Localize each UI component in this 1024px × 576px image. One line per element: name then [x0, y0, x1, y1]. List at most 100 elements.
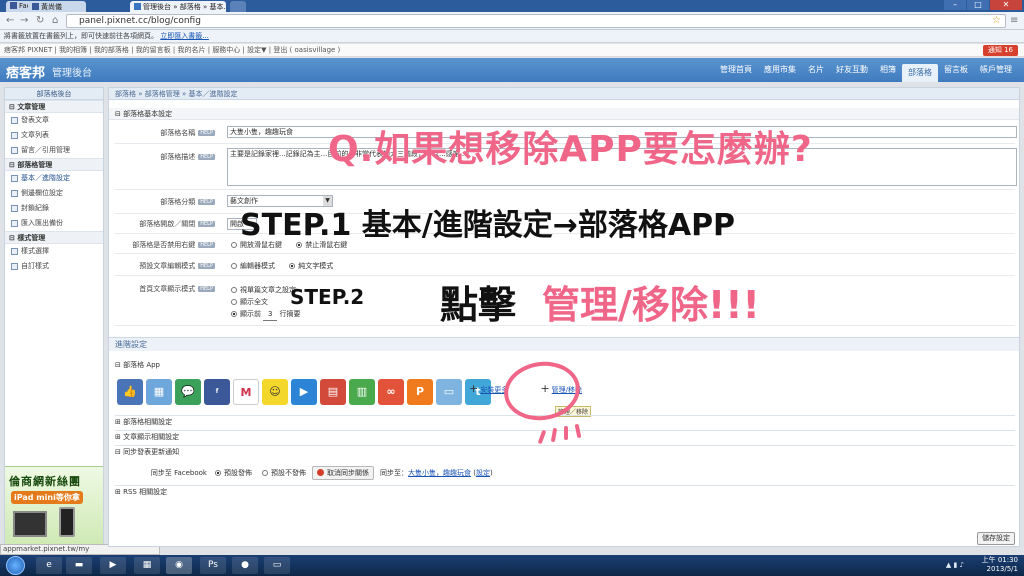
sidebar-section-styles[interactable]: ⊟ 樣式管理	[5, 231, 103, 244]
help-icon[interactable]: HELP	[198, 221, 215, 227]
save-button[interactable]: 儲存設定	[977, 532, 1015, 545]
m-app-icon[interactable]: M	[233, 379, 259, 405]
widget-app-icon[interactable]: ▦	[146, 379, 172, 405]
notes-icon[interactable]: ▭	[264, 557, 290, 574]
like-app-icon[interactable]: 👍	[117, 379, 143, 405]
tab-admin[interactable]: 管理後台 » 部落格 » 基本…	[130, 1, 226, 12]
sidebar-item-comments[interactable]: 留言／引用管理	[5, 143, 103, 158]
nav-blog[interactable]: 部落格	[902, 64, 938, 82]
close-window-button[interactable]: ✕	[990, 0, 1022, 10]
toplink-pixnet[interactable]: 痞客邦 PIXNET	[4, 46, 52, 54]
doc-app-icon[interactable]: ▥	[349, 379, 375, 405]
fb-sync-setting-link[interactable]: 設定	[476, 468, 490, 478]
window-app-icon[interactable]: ▭	[436, 379, 462, 405]
sidebar-item-block-log[interactable]: 封鎖紀錄	[5, 201, 103, 216]
nav-album[interactable]: 相簿	[874, 58, 902, 82]
fb-sync-target-link[interactable]: 大隻小隻，趣趣玩食	[408, 468, 471, 478]
sync-settings-header[interactable]: ⊟ 同步發表更新通知	[115, 445, 1015, 458]
maximize-button[interactable]: □	[967, 0, 989, 10]
rss-settings-header[interactable]: ⊞ RSS 相關設定	[115, 485, 1015, 498]
palette-icon	[11, 248, 18, 255]
summary-radio[interactable]: 顯示前 3 行摘要	[231, 308, 300, 321]
p-app-icon[interactable]: P	[407, 379, 433, 405]
sidebar-item-custom-style[interactable]: 自訂樣式	[5, 259, 103, 274]
link-app-icon[interactable]: ∞	[378, 379, 404, 405]
folder-icon[interactable]: ▬	[66, 557, 92, 574]
reload-button[interactable]: ↻	[36, 15, 44, 26]
sidebar-section-blog[interactable]: ⊟ 部落格管理	[5, 158, 103, 171]
help-icon[interactable]: HELP	[198, 199, 215, 205]
backup-icon	[11, 220, 18, 227]
sidebar-item-backup[interactable]: 匯入匯出備份	[5, 216, 103, 231]
promo-title: 倫商網新絲團	[9, 475, 81, 488]
help-icon[interactable]: HELP	[198, 286, 215, 292]
home-button[interactable]: ⌂	[52, 15, 58, 26]
nav-guestbook[interactable]: 留言板	[938, 58, 974, 82]
sidebar-item-post-list[interactable]: 文章列表	[5, 128, 103, 143]
menu-icon[interactable]: ≡	[1010, 15, 1018, 26]
toplink-settings[interactable]: 設定▼	[247, 46, 266, 54]
cancel-sync-button[interactable]: 取消同步關係	[312, 466, 374, 480]
annotation-step2-label: STEP.2	[290, 285, 365, 309]
media-player-icon[interactable]: ▶	[100, 557, 126, 574]
chrome-icon[interactable]: ◉	[166, 557, 192, 574]
toplink-card[interactable]: 我的名片	[178, 46, 206, 54]
facebook-icon	[32, 3, 39, 10]
nav-card[interactable]: 名片	[802, 58, 830, 82]
photoshop-icon[interactable]: Ps	[200, 557, 226, 574]
video-app-icon[interactable]: ▶	[291, 379, 317, 405]
help-icon[interactable]: HELP	[198, 263, 215, 269]
promo-banner[interactable]: 倫商網新絲團 iPad mini等你拿	[5, 466, 103, 546]
sidebar-item-basic-settings[interactable]: 基本／進階設定	[5, 171, 103, 186]
sidebar-item-sidebar-settings[interactable]: 側邊欄位設定	[5, 186, 103, 201]
editor-mode-options: 編輯器模式 純文字模式	[231, 261, 345, 271]
system-tray[interactable]: ▲ ▮ ♪	[946, 561, 964, 569]
sidebar-item-style-select[interactable]: 樣式選擇	[5, 244, 103, 259]
sidebar-section-articles[interactable]: ⊟ 文章管理	[5, 100, 103, 113]
back-button[interactable]: ←	[6, 15, 14, 26]
toplink-logout[interactable]: 登出 ( oasisvillage )	[273, 46, 340, 54]
clock[interactable]: 上午 01:30 2013/5/1	[982, 556, 1018, 574]
breadcrumb: 部落格 » 部落格管理 » 基本／進階設定	[109, 88, 1019, 100]
new-tab-button[interactable]	[230, 1, 246, 12]
nav-app-market[interactable]: 應用市集	[758, 58, 802, 82]
toplink-blog[interactable]: 我的部落格	[94, 46, 129, 54]
toplink-album[interactable]: 我的相簿	[59, 46, 87, 54]
photo-app-icon[interactable]: ▦	[134, 557, 160, 574]
forward-button[interactable]: →	[20, 15, 28, 26]
star-icon[interactable]: ☆	[992, 15, 1001, 26]
admin-title: 管理後台	[52, 68, 92, 79]
notification-badge[interactable]: 通知 16	[982, 45, 1018, 56]
toplink-guestbook[interactable]: 我的留言板	[136, 46, 171, 54]
calendar-app-icon[interactable]: ▤	[320, 379, 346, 405]
nav-account[interactable]: 帳戶管理	[974, 58, 1018, 82]
app-icon[interactable]: ●	[232, 557, 258, 574]
toplink-service[interactable]: 服務中心	[212, 46, 240, 54]
smile-app-icon[interactable]: ☺	[262, 379, 288, 405]
editor-mode-radio[interactable]: 編輯器模式	[231, 262, 275, 270]
pixnet-icon	[134, 3, 141, 10]
plain-text-mode-radio[interactable]: 純文字模式	[289, 262, 333, 270]
pixnet-logo[interactable]: 痞客邦	[6, 62, 45, 81]
summary-lines-input[interactable]: 3	[263, 308, 278, 321]
start-button[interactable]	[6, 556, 25, 575]
fb-publish-radio[interactable]: 預設發佈	[215, 468, 252, 478]
bookmark-bar: 將書籤放置在書籤列上，即可快速前往各項網頁。 立即匯入書籤...	[0, 30, 1024, 43]
help-icon[interactable]: HELP	[198, 130, 215, 136]
annotation-step2-verb: 點擊	[440, 283, 517, 327]
tab-facebook-profile[interactable]: 黃尚儀	[28, 1, 86, 12]
sidebar-item-new-post[interactable]: 發表文章	[5, 113, 103, 128]
help-icon[interactable]: HELP	[198, 154, 215, 160]
nav-admin-home[interactable]: 管理首頁	[714, 58, 758, 82]
url-input[interactable]: panel.pixnet.cc/blog/config	[66, 14, 1006, 28]
facebook-app-icon[interactable]: f	[204, 379, 230, 405]
fb-no-publish-radio[interactable]: 預設不發佈	[262, 468, 306, 478]
chat-app-icon[interactable]: 💬	[175, 379, 201, 405]
ie-icon[interactable]: e	[36, 557, 62, 574]
nav-friends[interactable]: 好友互動	[830, 58, 874, 82]
minimize-button[interactable]: –	[944, 0, 966, 10]
import-bookmarks-link[interactable]: 立即匯入書籤...	[160, 32, 209, 40]
ipad-image	[13, 511, 47, 537]
help-icon[interactable]: HELP	[198, 242, 215, 248]
basic-settings-header[interactable]: ⊟ 部落格基本設定	[109, 108, 1019, 120]
